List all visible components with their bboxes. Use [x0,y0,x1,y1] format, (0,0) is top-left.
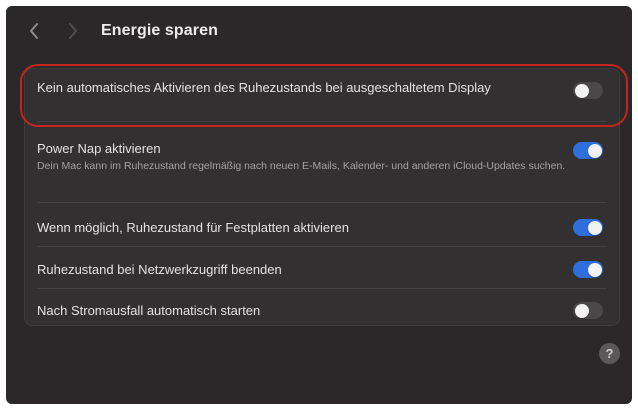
setting-row-restart-power-failure: Nach Stromausfall automatisch starten [25,289,619,327]
page-title: Energie sparen [101,22,219,39]
back-button[interactable] [23,20,45,42]
toggle-no-auto-sleep[interactable] [573,82,603,99]
toggle-disk-sleep[interactable] [573,219,603,236]
setting-row-disk-sleep: Wenn möglich, Ruhezustand für Festplatte… [25,203,619,247]
chevron-left-icon [30,23,38,39]
settings-group: Kein automatisches Aktivieren des Ruhezu… [24,68,620,326]
setting-label: Kein automatisches Aktivieren des Ruhezu… [37,80,491,95]
toggle-knob [587,262,602,277]
toggle-power-nap[interactable] [573,142,603,159]
help-button[interactable]: ? [599,343,620,364]
toggle-restart-power-failure[interactable] [573,302,603,319]
question-mark-icon: ? [605,346,614,361]
setting-label: Wenn möglich, Ruhezustand für Festplatte… [37,220,349,235]
setting-row-wake-network: Ruhezustand bei Netzwerkzugriff beenden [25,247,619,287]
setting-label: Power Nap aktivieren [37,141,161,156]
setting-description: Dein Mac kann im Ruhezustand regelmäßig … [37,160,566,172]
setting-label: Nach Stromausfall automatisch starten [37,303,261,318]
toggle-knob [587,143,602,158]
toggle-knob [587,220,602,235]
forward-button[interactable] [62,20,84,42]
setting-row-no-auto-sleep: Kein automatisches Aktivieren des Ruhezu… [25,69,619,121]
toolbar: Energie sparen [6,6,632,58]
toggle-knob [574,83,589,98]
toggle-wake-network[interactable] [573,261,603,278]
settings-window: Energie sparen Kein automatisches Aktivi… [6,6,632,404]
setting-label: Ruhezustand bei Netzwerkzugriff beenden [37,262,282,277]
setting-row-power-nap: Power Nap aktivieren Dein Mac kann im Ru… [25,122,619,194]
toggle-knob [574,303,589,318]
chevron-right-icon [69,23,77,39]
